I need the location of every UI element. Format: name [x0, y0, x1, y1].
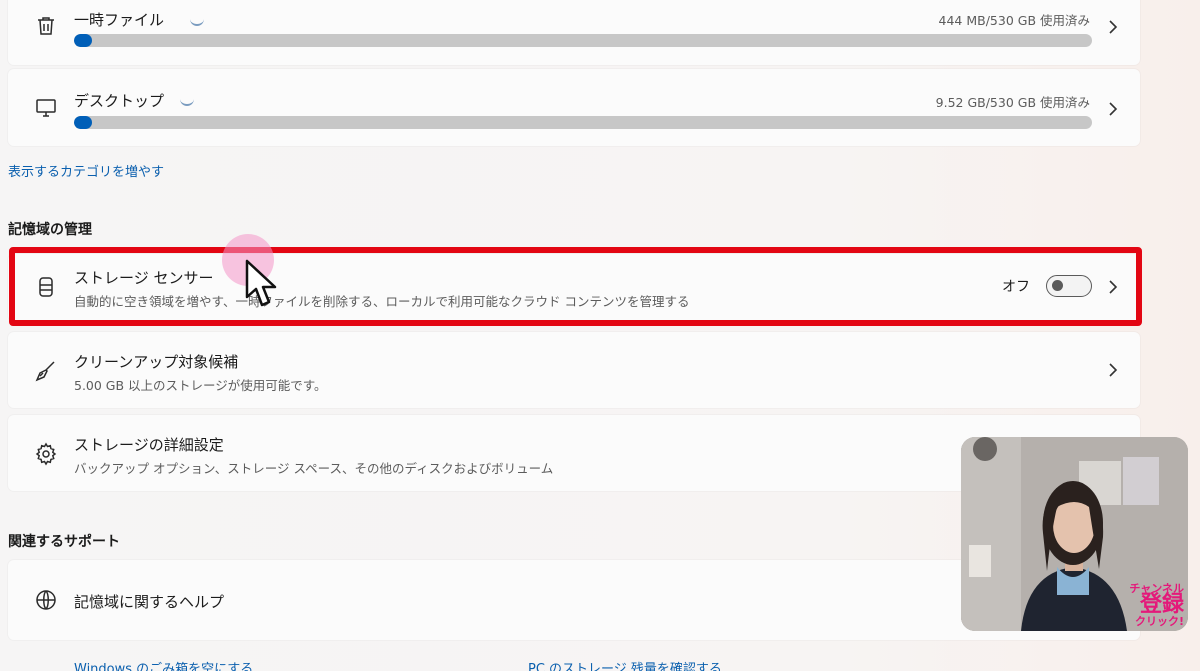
cleanup-recommendations-row[interactable]: クリーンアップ対象候補 5.00 GB 以上のストレージが使用可能です。: [8, 332, 1140, 408]
chevron-right-icon: [1106, 280, 1120, 294]
desktop-usage: 9.52 GB/530 GB 使用済み: [935, 95, 1090, 110]
desktop-usage-bar: [74, 116, 1092, 129]
temp-files-row[interactable]: 一時ファイル 444 MB/530 GB 使用済み: [8, 0, 1140, 65]
broom-icon: [32, 357, 60, 385]
desktop-title: デスクトップ: [74, 92, 165, 110]
cleanup-title: クリーンアップ対象候補: [74, 353, 239, 371]
loading-spinner-icon: [180, 98, 194, 106]
mouse-cursor-icon: [245, 259, 277, 307]
cleanup-subtitle: 5.00 GB 以上のストレージが使用可能です。: [74, 378, 327, 393]
check-pc-storage-link[interactable]: PC のストレージ 残量を確認する: [528, 658, 722, 671]
subscribe-click-text: クリック!: [1134, 615, 1184, 628]
storage-sense-subtitle: 自動的に空き領域を増やす、一時ファイルを削除する、ローカルで利用可能なクラウド …: [74, 294, 690, 309]
desktop-usage-fill: [74, 116, 93, 129]
subscribe-overlay-label: チャンネル 登録 クリック!: [1129, 583, 1184, 627]
temp-files-title: 一時ファイル: [74, 11, 165, 29]
chevron-right-icon: [1106, 363, 1120, 377]
monitor-icon: [32, 94, 60, 122]
storage-drive-icon: [32, 273, 60, 301]
storage-sense-title: ストレージ センサー: [74, 269, 214, 287]
advanced-settings-title: ストレージの詳細設定: [74, 436, 224, 454]
loading-spinner-icon: [190, 18, 204, 26]
temp-files-usage-bar: [74, 34, 1092, 47]
empty-recycle-bin-link[interactable]: Windows のごみ箱を空にする: [74, 658, 253, 671]
gear-icon: [32, 440, 60, 468]
storage-sense-row[interactable]: ストレージ センサー 自動的に空き領域を増やす、一時ファイルを削除する、ローカル…: [8, 254, 1140, 321]
related-support-heading: 関連するサポート: [8, 534, 120, 550]
temp-files-usage: 444 MB/530 GB 使用済み: [938, 13, 1090, 28]
toggle-knob: [1052, 280, 1063, 291]
chevron-right-icon: [1106, 102, 1120, 116]
advanced-settings-subtitle: バックアップ オプション、ストレージ スペース、その他のディスクおよびボリューム: [74, 461, 554, 476]
show-more-categories-link[interactable]: 表示するカテゴリを増やす: [8, 161, 164, 180]
desktop-row[interactable]: デスクトップ 9.52 GB/530 GB 使用済み: [8, 69, 1140, 146]
storage-sense-toggle[interactable]: [1046, 275, 1092, 297]
trash-icon: [32, 12, 60, 40]
chevron-right-icon: [1106, 20, 1120, 34]
storage-management-heading: 記憶域の管理: [8, 222, 92, 238]
subscribe-register-text: 登録: [1139, 592, 1184, 617]
temp-files-usage-fill: [74, 34, 93, 47]
globe-icon: [32, 586, 60, 614]
webcam-overlay: チャンネル 登録 クリック!: [961, 437, 1188, 631]
storage-help-title: 記憶域に関するヘルプ: [74, 593, 225, 611]
storage-sense-toggle-label: オフ: [1002, 279, 1030, 295]
